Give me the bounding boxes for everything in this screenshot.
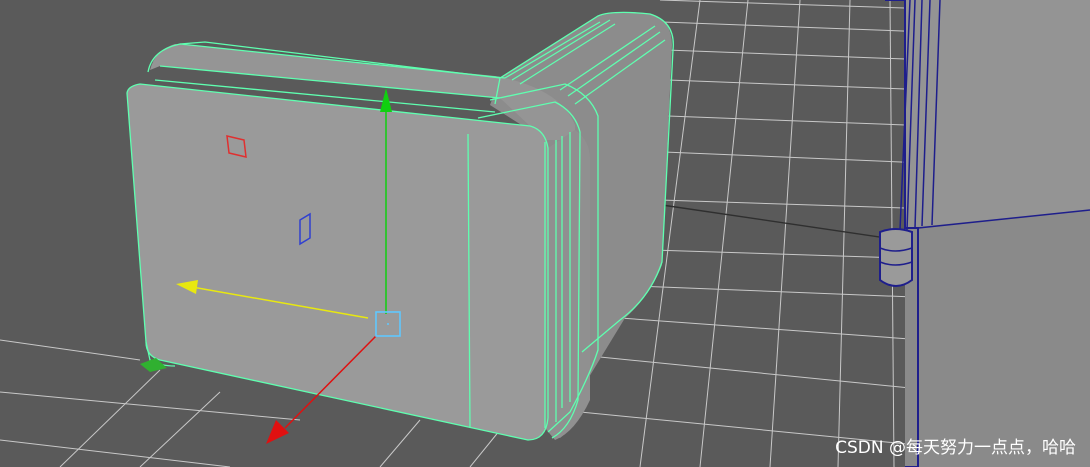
y-axis-arrow-icon[interactable] bbox=[380, 88, 392, 112]
neighbor-object[interactable] bbox=[879, 0, 1090, 467]
grid-dark-axis bbox=[661, 204, 901, 241]
viewport-scene[interactable] bbox=[0, 0, 1090, 467]
x-axis-arrow-icon[interactable] bbox=[266, 420, 289, 444]
maya-viewport[interactable]: CSDN @每天努力一点点，哈哈 bbox=[0, 0, 1090, 467]
selected-sofa-mesh[interactable] bbox=[126, 11, 674, 441]
csdn-watermark: CSDN @每天努力一点点，哈哈 bbox=[835, 438, 1076, 458]
